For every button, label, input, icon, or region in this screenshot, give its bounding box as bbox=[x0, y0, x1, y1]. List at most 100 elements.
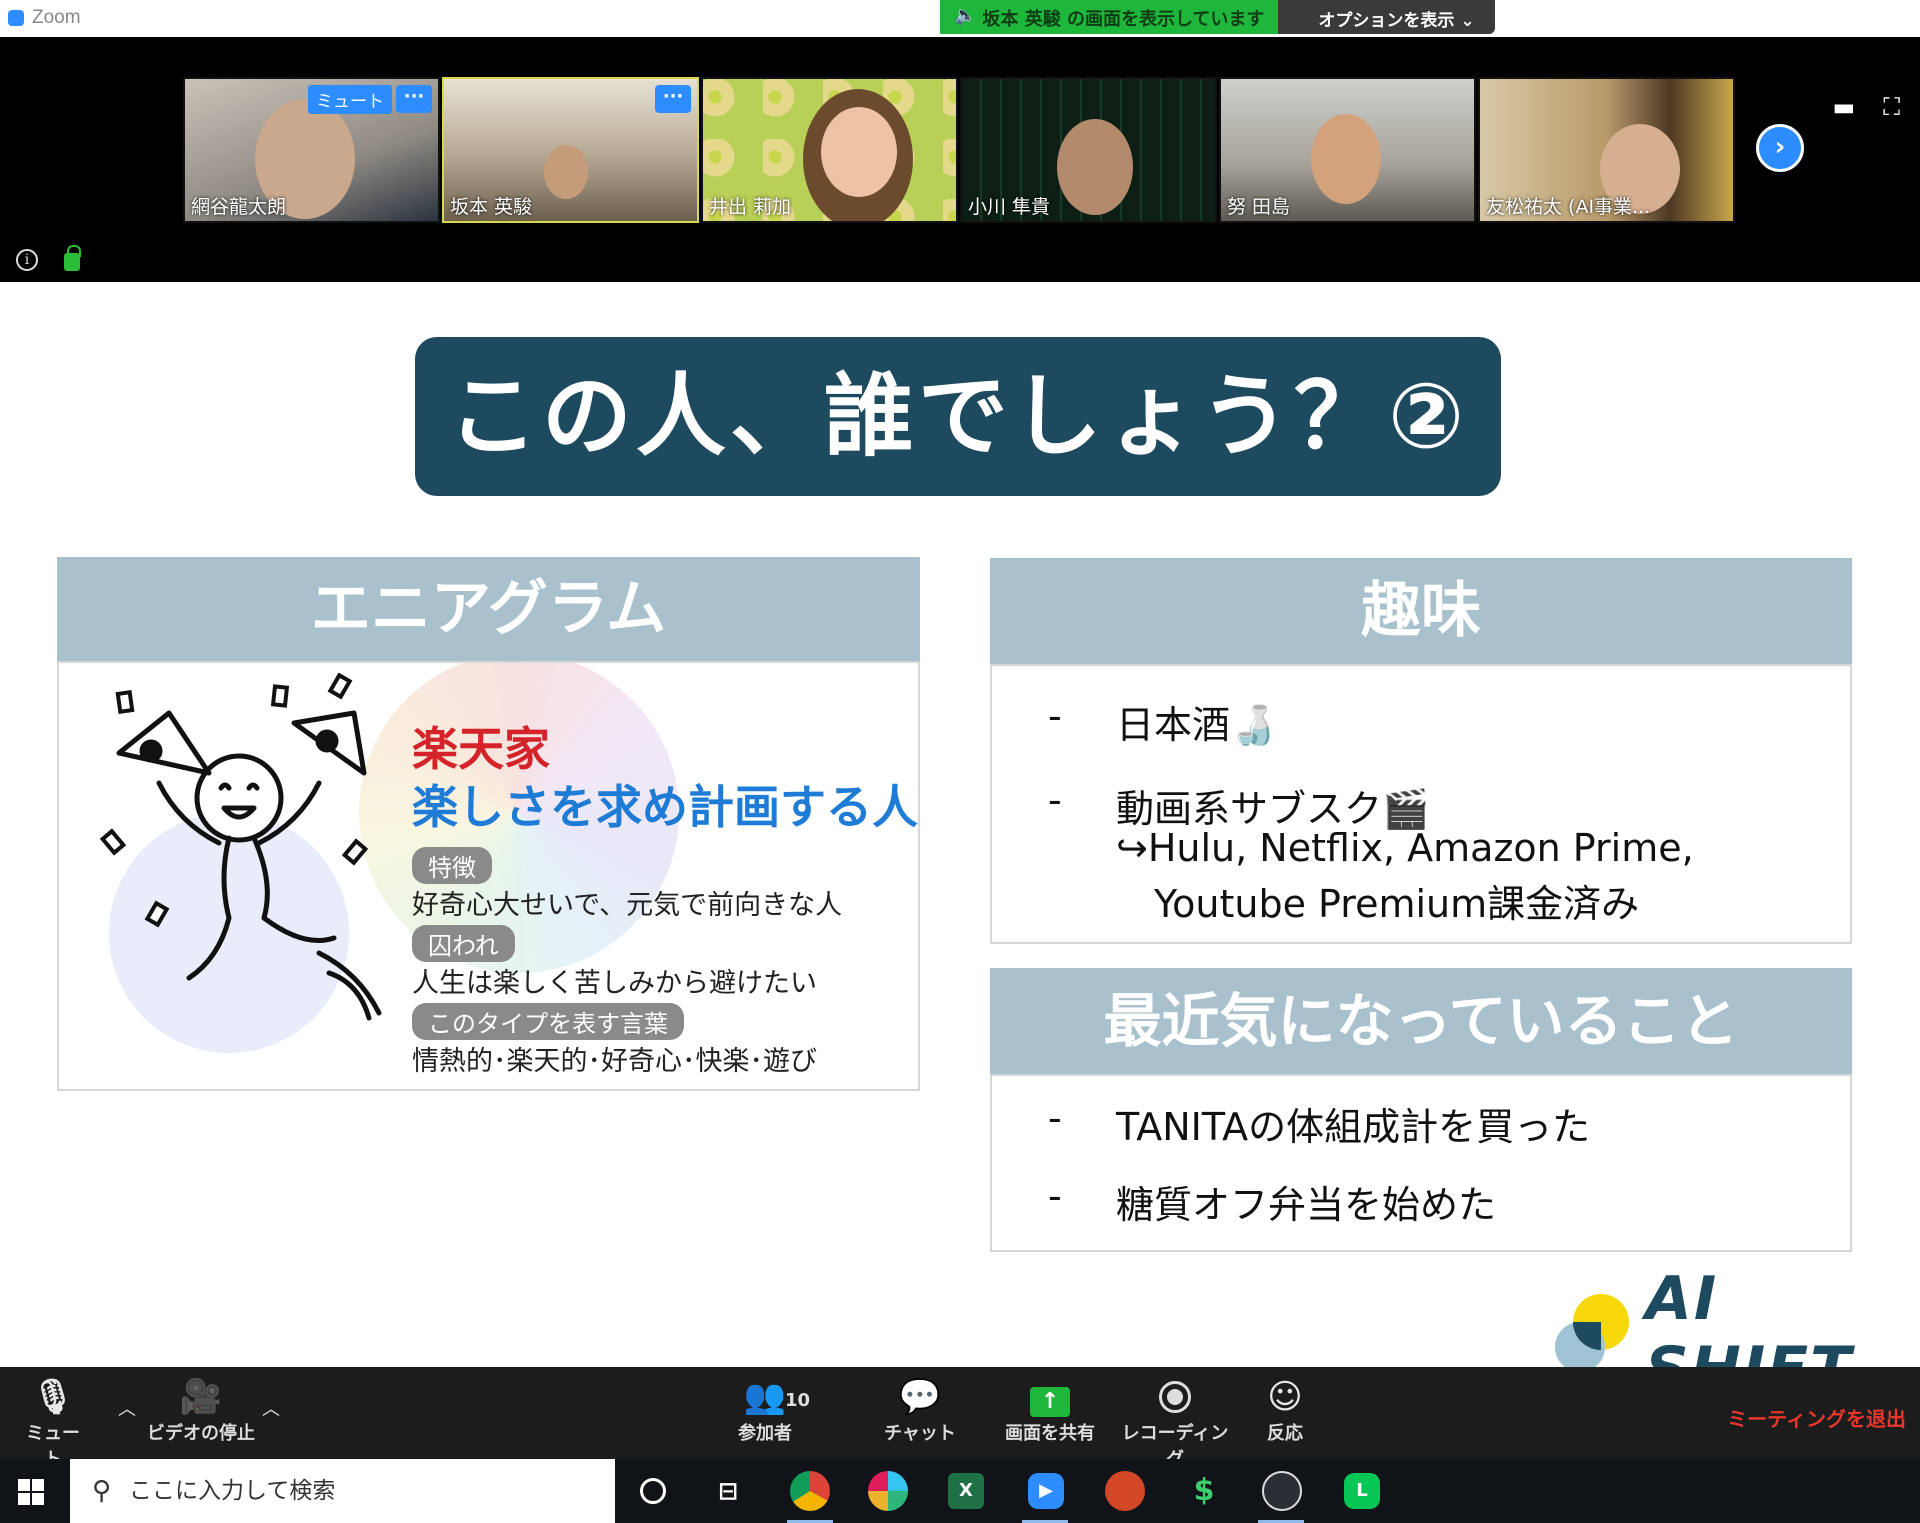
stop-video-button[interactable]: 🎥 ビデオの停止 bbox=[146, 1375, 256, 1445]
happy-person-illustration-icon bbox=[99, 673, 382, 1021]
microphone-icon: 🎙 bbox=[31, 1377, 75, 1417]
share-label: 画面を共有 bbox=[1005, 1423, 1095, 1444]
zoom-title-bar: Zoom 🔈 坂本 英駿 の画面を表示しています オプションを表示 ⌄ bbox=[0, 0, 1920, 37]
hobbies-header: 趣味 bbox=[990, 558, 1852, 664]
participant-tile[interactable]: 小川 隼貴 bbox=[960, 77, 1217, 223]
participant-tile[interactable]: 井出 莉加 bbox=[701, 77, 958, 223]
chat-label: チャット bbox=[884, 1423, 956, 1444]
share-screen-button[interactable]: ↑ 画面を共有 bbox=[1000, 1375, 1100, 1445]
participant-tile[interactable]: 努 田島 bbox=[1219, 77, 1476, 223]
feature-text: 好奇心大せいで、元気で前向きな人 bbox=[412, 890, 843, 921]
windows-start-icon[interactable] bbox=[18, 1479, 44, 1505]
bullet-dash: - bbox=[1048, 694, 1062, 738]
hobby-item-text: 日本酒🍶 bbox=[1116, 703, 1278, 747]
enneagram-panel: 楽天家 楽しさを求め計画する人 特徴 好奇心大せいで、元気で前向きな人 囚われ … bbox=[57, 661, 920, 1091]
audio-options-chevron-icon[interactable]: ︿ bbox=[118, 1395, 136, 1421]
share-arrow-icon: ↑ bbox=[1030, 1387, 1070, 1417]
picture-in-picture-icon[interactable]: ▬ bbox=[1833, 93, 1856, 121]
words-text: 情熱的･楽天的･好奇心･快楽･遊び bbox=[412, 1046, 817, 1077]
leave-meeting-button[interactable]: ミーティングを退出 bbox=[1727, 1403, 1906, 1432]
record-icon bbox=[1159, 1381, 1191, 1413]
slack-icon[interactable] bbox=[868, 1471, 908, 1511]
more-options-button[interactable]: ··· bbox=[655, 85, 691, 113]
money-app-icon[interactable]: $ bbox=[1186, 1473, 1222, 1509]
line-icon[interactable]: L bbox=[1344, 1473, 1380, 1509]
next-page-arrow-icon[interactable]: › bbox=[1756, 124, 1804, 172]
participant-name: 井出 莉加 bbox=[709, 196, 792, 218]
meeting-info-icons: i bbox=[16, 245, 81, 271]
enneagram-type-description: 楽しさを求め計画する人 bbox=[412, 780, 918, 834]
screen-share-banner: 🔈 坂本 英駿 の画面を表示しています オプションを表示 ⌄ bbox=[940, 0, 1495, 34]
taskbar-search-box[interactable]: ⚲ bbox=[70, 1459, 615, 1523]
participant-name: 坂本 英駿 bbox=[450, 196, 533, 218]
participant-name: 努 田島 bbox=[1227, 196, 1291, 218]
bullet-dash: - bbox=[1048, 1174, 1062, 1218]
video-label: ビデオの停止 bbox=[147, 1423, 255, 1444]
photos-icon[interactable] bbox=[1262, 1471, 1302, 1511]
list-item: - 糖質オフ弁当を始めた bbox=[1048, 1174, 1496, 1229]
search-icon: ⚲ bbox=[92, 1476, 112, 1506]
windows-taskbar: ⚲ ⊟ X ▶ $ L bbox=[0, 1459, 1920, 1523]
video-options-chevron-icon[interactable]: ︿ bbox=[262, 1395, 280, 1421]
chat-button[interactable]: 💬 チャット bbox=[880, 1375, 960, 1445]
mute-badge[interactable]: ミュート bbox=[308, 85, 392, 114]
info-icon[interactable]: i bbox=[16, 249, 38, 271]
more-options-button[interactable]: ··· bbox=[396, 85, 432, 113]
list-item: - 日本酒🍶 bbox=[1048, 694, 1277, 749]
participant-tile[interactable]: ··· 坂本 英駿 bbox=[442, 77, 699, 223]
recent-item-text: TANITAの体組成計を買った bbox=[1116, 1105, 1591, 1149]
speaker-icon: 🔈 bbox=[954, 5, 977, 26]
record-button[interactable]: レコーディング bbox=[1120, 1375, 1230, 1471]
bullet-dash: - bbox=[1048, 1096, 1062, 1140]
sharing-text: 坂本 英駿 の画面を表示しています bbox=[982, 9, 1265, 30]
powerpoint-icon[interactable] bbox=[1105, 1471, 1145, 1511]
task-view-icon[interactable]: ⊟ bbox=[710, 1473, 746, 1509]
chat-bubble-icon: 💬 bbox=[898, 1377, 942, 1417]
bound-label: 囚われ bbox=[412, 925, 515, 962]
view-controls: ▬ ⛶ bbox=[1833, 93, 1901, 121]
mute-button[interactable]: 🎙 ミュート bbox=[18, 1375, 88, 1471]
taskbar-search-input[interactable] bbox=[129, 1478, 550, 1504]
recent-item-text: 糖質オフ弁当を始めた bbox=[1116, 1183, 1497, 1227]
participant-tile[interactable]: 友松祐太 (AI事業... bbox=[1478, 77, 1735, 223]
hobbies-panel: - 日本酒🍶 - 動画系サブスク🎬 ↪Hulu, Netflix, Amazon… bbox=[990, 664, 1852, 944]
hobby-subline: Youtube Premium課金済み bbox=[1154, 882, 1640, 926]
bound-text: 人生は楽しく苦しみから避けたい bbox=[412, 968, 817, 999]
cortana-icon[interactable] bbox=[640, 1478, 666, 1504]
participant-name: 網谷龍太朗 bbox=[191, 196, 287, 218]
emoji-reaction-icon: ☺ bbox=[1267, 1377, 1303, 1417]
app-title-text: Zoom bbox=[32, 7, 81, 28]
slide-title: この人、誰でしょう？② bbox=[415, 337, 1501, 496]
video-strip-area: ミュート ··· 網谷龍太朗 ··· 坂本 英駿 井出 莉加 小川 隼貴 努 田… bbox=[0, 37, 1920, 282]
hobby-subline: ↪Hulu, Netflix, Amazon Prime, bbox=[1116, 826, 1694, 870]
reactions-label: 反応 bbox=[1267, 1423, 1303, 1444]
zoom-taskbar-icon[interactable]: ▶ bbox=[1028, 1473, 1064, 1509]
words-label: このタイプを表す言葉 bbox=[412, 1003, 684, 1040]
hobby-item-text: 動画系サブスク🎬 bbox=[1116, 787, 1430, 831]
participant-name: 友松祐太 (AI事業... bbox=[1486, 196, 1651, 218]
reactions-button[interactable]: ☺ 反応 bbox=[1250, 1375, 1320, 1445]
zoom-logo-icon bbox=[8, 10, 24, 26]
participant-tile[interactable]: ミュート ··· 網谷龍太朗 bbox=[183, 77, 440, 223]
feature-label: 特徴 bbox=[412, 847, 492, 884]
excel-icon[interactable]: X bbox=[948, 1473, 984, 1509]
participants-icon: 👥 10 bbox=[725, 1375, 810, 1419]
lock-icon[interactable] bbox=[64, 245, 81, 271]
ai-shift-logo-icon bbox=[1555, 1294, 1629, 1374]
fullscreen-icon[interactable]: ⛶ bbox=[1883, 93, 1900, 121]
enneagram-type-name: 楽天家 bbox=[412, 722, 550, 776]
meeting-toolbar: 🎙 ミュート ︿ 🎥 ビデオの停止 ︿ 👥10 参加者 💬 チャット ↑ 画面を… bbox=[0, 1367, 1920, 1470]
participants-button[interactable]: 👥 10 参加者 bbox=[725, 1375, 810, 1445]
enneagram-header: エニアグラム bbox=[57, 557, 920, 661]
chrome-icon[interactable] bbox=[790, 1471, 830, 1511]
participant-video-strip: ミュート ··· 網谷龍太朗 ··· 坂本 英駿 井出 莉加 小川 隼貴 努 田… bbox=[183, 77, 1735, 223]
view-options-button[interactable]: オプションを表示 ⌄ bbox=[1278, 0, 1495, 34]
app-title: Zoom bbox=[8, 7, 81, 29]
bullet-dash: - bbox=[1048, 778, 1062, 822]
recent-interests-panel: - TANITAの体組成計を買った - 糖質オフ弁当を始めた bbox=[990, 1074, 1852, 1252]
sharing-indicator: 🔈 坂本 英駿 の画面を表示しています bbox=[940, 0, 1279, 34]
list-item: - 動画系サブスク🎬 bbox=[1048, 778, 1429, 833]
participant-name: 小川 隼貴 bbox=[968, 196, 1051, 218]
recent-interests-header: 最近気になっていること bbox=[990, 968, 1852, 1074]
list-item: - TANITAの体組成計を買った bbox=[1048, 1096, 1590, 1151]
